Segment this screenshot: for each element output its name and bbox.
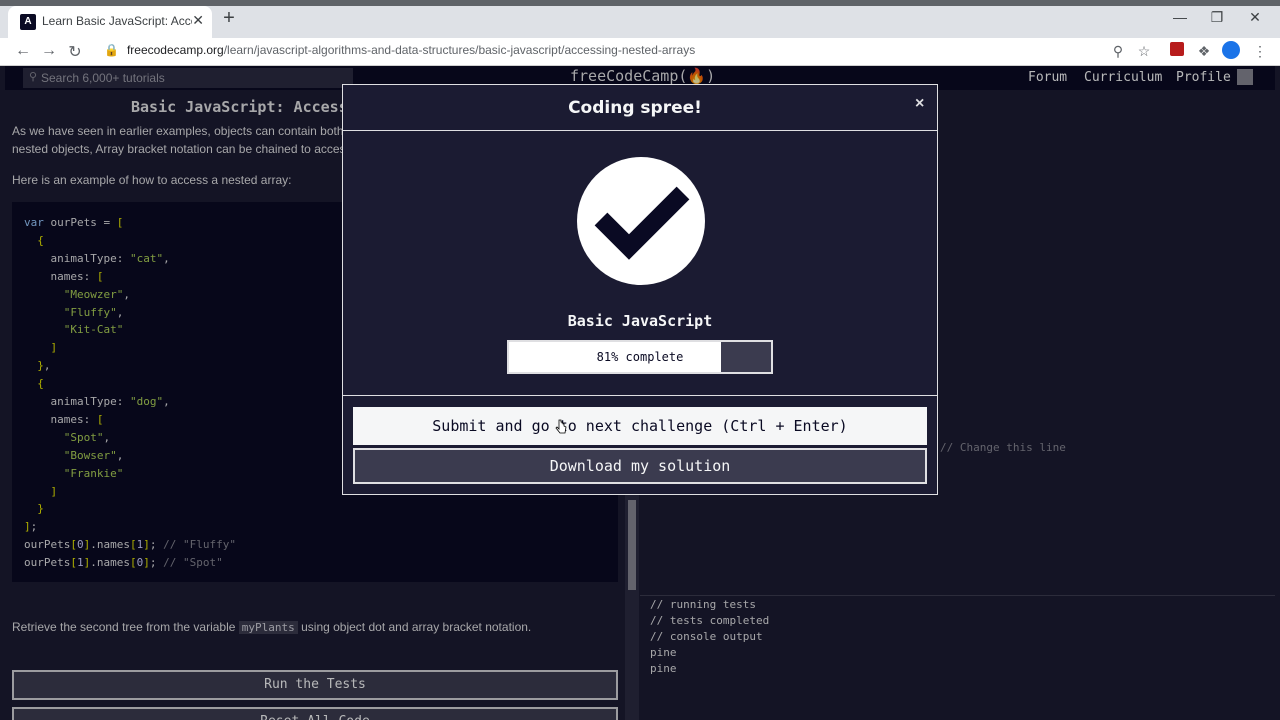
url-field[interactable]: 🔒 freecodecamp.org/learn/javascript-algor… [104, 43, 695, 57]
modal-body: Basic JavaScript 81% complete [343, 132, 937, 396]
completion-modal: Coding spree! × Basic JavaScript 81% com… [342, 84, 938, 495]
bookmark-star-icon[interactable]: ☆ [1136, 43, 1152, 60]
url-host: freecodecamp.org [126, 43, 224, 57]
forward-arrow-icon[interactable]: → [40, 42, 58, 60]
browser-tab-bar: A Learn Basic JavaScript: Accessing ✕ + … [0, 0, 1280, 38]
modal-header: Coding spree! × [343, 85, 937, 131]
browser-profile-avatar[interactable] [1222, 41, 1240, 59]
new-tab-button[interactable]: + [220, 8, 238, 28]
modal-title: Coding spree! [568, 98, 702, 118]
block-name: Basic JavaScript [567, 312, 713, 330]
restore-icon[interactable]: ❐ [1209, 9, 1225, 26]
mouse-pointer-icon [555, 419, 567, 434]
download-solution-button[interactable]: Download my solution [353, 448, 927, 484]
extension-icon[interactable] [1170, 42, 1184, 56]
url-path: /learn/javascript-algorithms-and-data-st… [223, 43, 696, 57]
window-close-icon[interactable]: ✕ [1247, 9, 1263, 26]
success-check-icon [577, 157, 705, 285]
extensions-puzzle-icon[interactable]: ❖ [1196, 43, 1212, 60]
submit-next-challenge-button[interactable]: Submit and go to next challenge (Ctrl + … [353, 407, 927, 445]
tab-close-icon[interactable]: ✕ [192, 12, 204, 29]
address-bar: ← → ↻ 🔒 freecodecamp.org/learn/javascript… [0, 38, 1280, 66]
progress-bar: 81% complete [507, 340, 773, 374]
reload-icon[interactable]: ↻ [66, 42, 84, 62]
progress-text: 81% complete [596, 350, 684, 364]
minimize-icon[interactable]: — [1172, 9, 1188, 25]
fcc-favicon-icon: A [20, 14, 36, 30]
browser-menu-icon[interactable]: ⋮ [1252, 43, 1268, 60]
back-arrow-icon[interactable]: ← [14, 42, 32, 60]
zoom-icon[interactable]: ⚲ [1110, 43, 1126, 60]
browser-tab-active[interactable]: A Learn Basic JavaScript: Accessing ✕ [8, 6, 212, 38]
lock-icon: 🔒 [104, 43, 119, 57]
tab-title: Learn Basic JavaScript: Accessing [42, 14, 192, 28]
modal-close-icon[interactable]: × [915, 95, 924, 113]
